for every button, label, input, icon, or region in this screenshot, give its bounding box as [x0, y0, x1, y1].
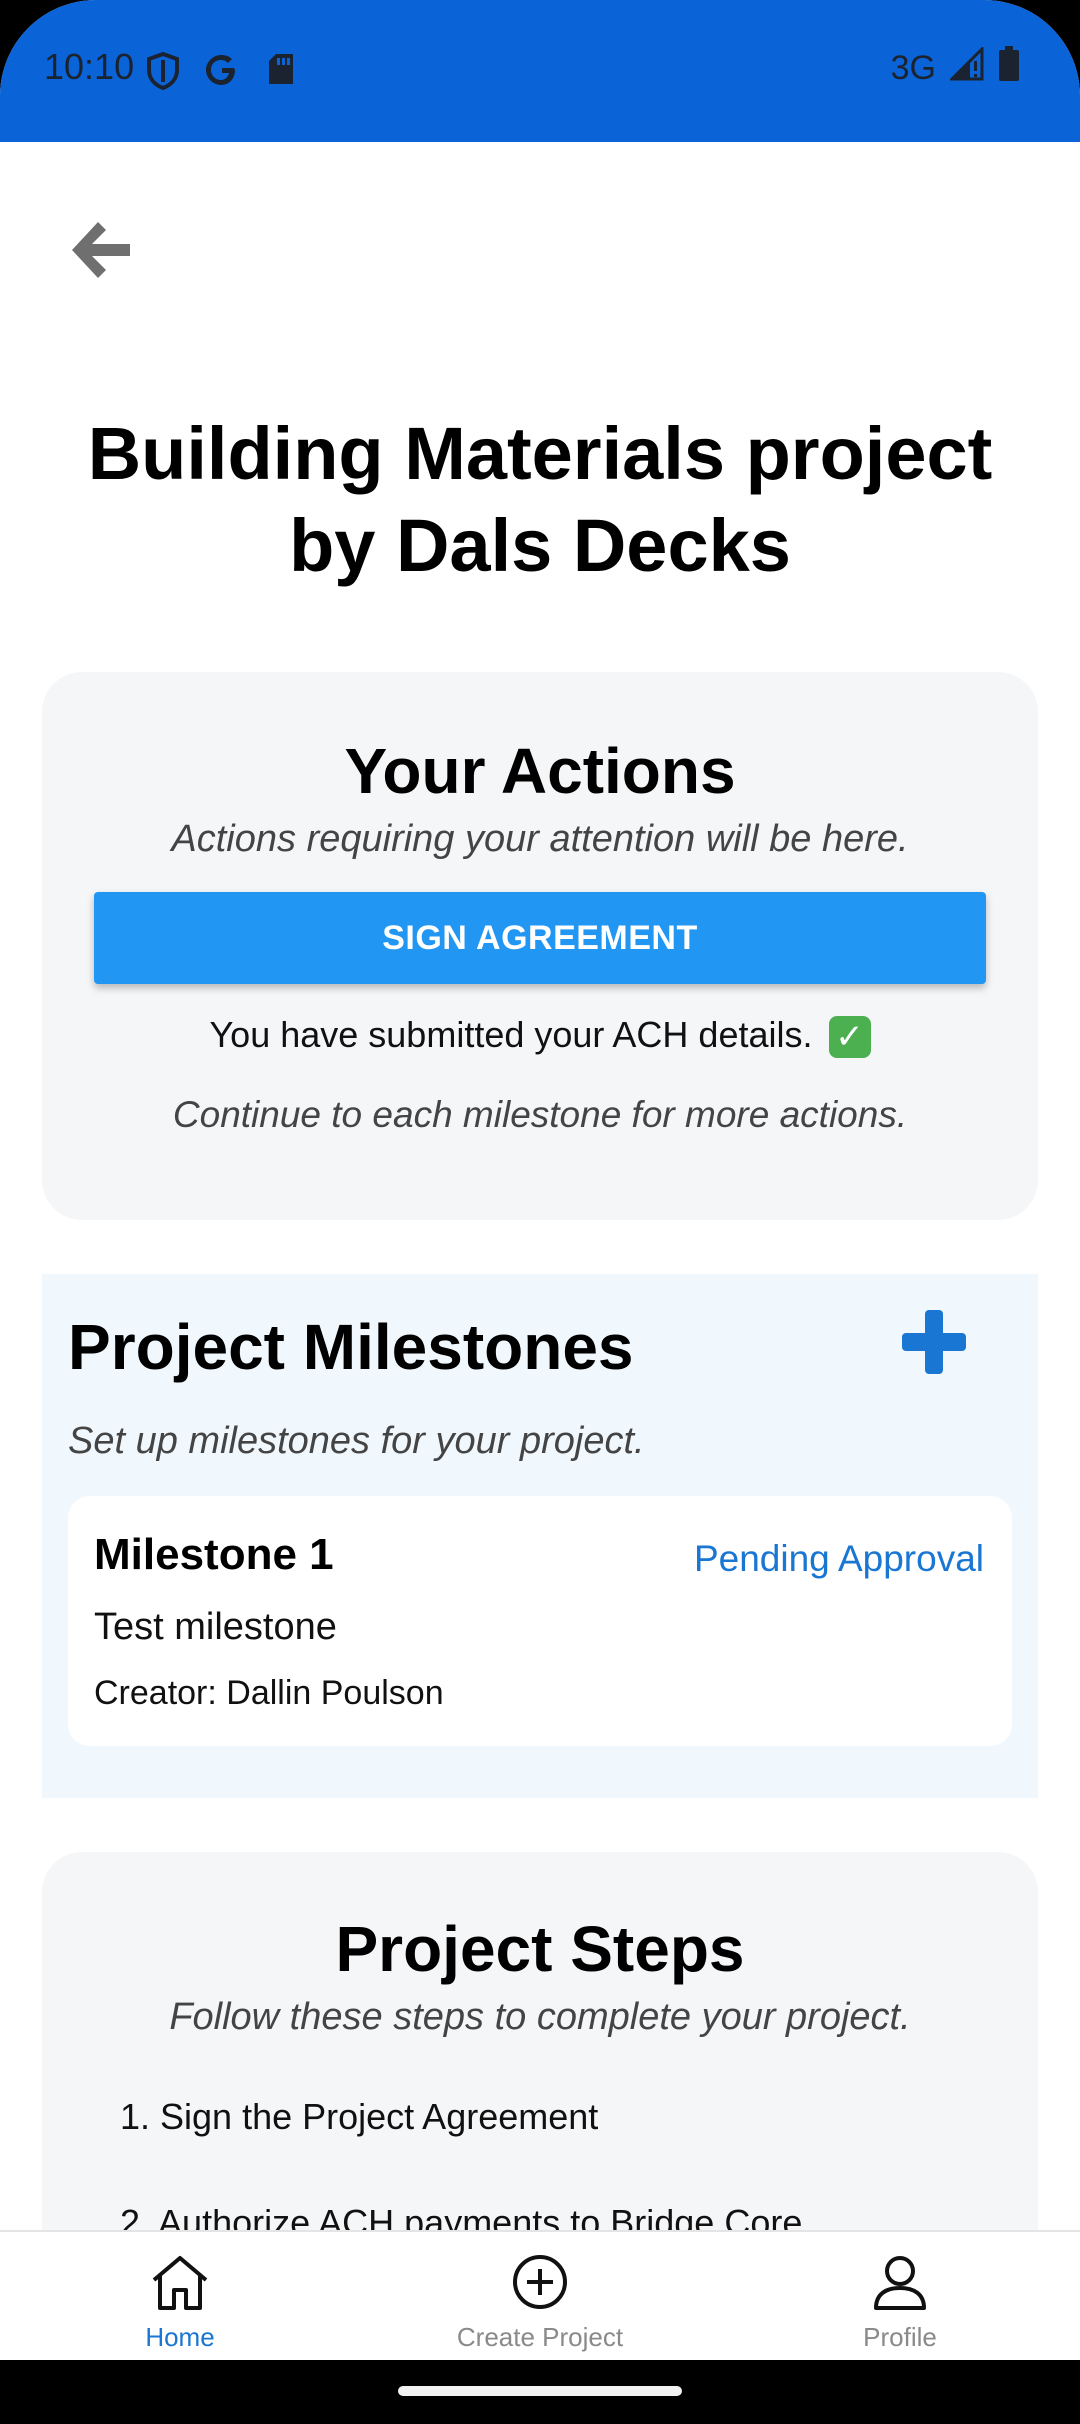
milestone-status: Pending Approval — [693, 1538, 984, 1579]
check-mark-icon: ✓ — [828, 1016, 871, 1059]
network-type: 3G — [890, 49, 936, 87]
gesture-home-indicator[interactable] — [398, 2386, 682, 2396]
steps-subtitle: Follow these steps to complete your proj… — [169, 1996, 911, 2038]
status-right: 3G — [890, 45, 1020, 91]
nav-create-project[interactable]: Create Project — [360, 2232, 720, 2360]
plus-icon — [902, 1310, 966, 1374]
sign-agreement-button[interactable]: SIGN AGREEMENT — [94, 892, 986, 984]
google-icon — [204, 52, 240, 93]
milestones-subtitle: Set up milestones for your project. — [68, 1420, 645, 1462]
page-title: Building Materials project by Dals Decks — [87, 412, 993, 587]
nav-profile-label: Profile — [863, 2322, 937, 2352]
person-icon — [874, 2256, 926, 2310]
milestone-description: Test milestone — [94, 1606, 337, 1648]
steps-title: Project Steps — [335, 1913, 745, 1985]
shield-icon — [146, 51, 180, 95]
back-button[interactable] — [60, 210, 140, 290]
arrow-left-icon — [72, 222, 130, 278]
battery-icon — [998, 46, 1020, 91]
plus-circle-icon — [513, 2255, 567, 2309]
milestone-title: Milestone 1 — [94, 1530, 334, 1579]
status-time: 10:10 — [44, 46, 135, 87]
milestones-section: Project Milestones Set up milestones for… — [42, 1274, 1038, 1798]
actions-title: Your Actions — [344, 735, 736, 807]
nav-create-project-label: Create Project — [456, 2322, 624, 2352]
milestone-creator: Creator: Dallin Poulson — [94, 1674, 444, 1712]
actions-card: Your Actions Actions requiring your atte… — [42, 672, 1038, 1220]
app-screen: 10:10 3G Building Materials project by D… — [0, 0, 1080, 2360]
sd-card-icon — [266, 52, 296, 91]
signal-icon — [948, 45, 984, 90]
continue-hint: Continue to each milestone for more acti… — [172, 1094, 908, 1135]
add-milestone-button[interactable] — [894, 1302, 974, 1382]
ach-status-text: You have submitted your ACH details. — [209, 1014, 813, 1055]
bottom-navigation: Home Create Project Profile — [0, 2230, 1080, 2360]
actions-subtitle: Actions requiring your attention will be… — [171, 818, 909, 860]
nav-profile[interactable]: Profile — [720, 2232, 1080, 2360]
ach-status: You have submitted your ACH details. ✓ — [42, 1014, 1038, 1059]
status-bar: 10:10 3G — [0, 0, 1080, 142]
step-item: 1. Sign the Project Agreement — [120, 2096, 599, 2137]
milestone-card[interactable]: Milestone 1 Pending Approval Test milest… — [68, 1496, 1012, 1746]
home-icon — [152, 2256, 208, 2310]
nav-home[interactable]: Home — [0, 2232, 360, 2360]
milestones-title: Project Milestones — [68, 1311, 634, 1383]
nav-home-label: Home — [145, 2322, 215, 2352]
